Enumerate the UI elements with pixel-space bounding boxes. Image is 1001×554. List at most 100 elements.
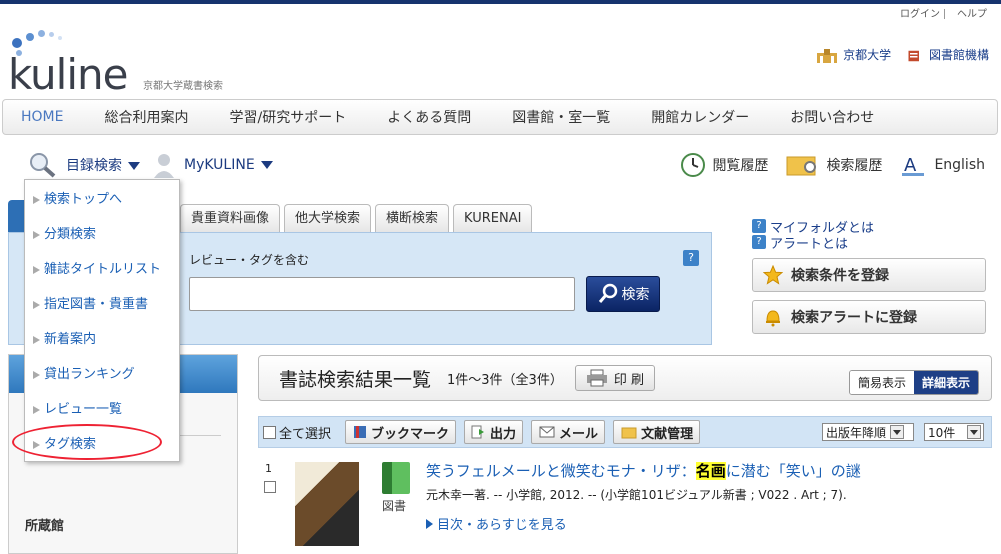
login-link[interactable]: ログイン xyxy=(896,9,944,20)
triangle-right-icon xyxy=(33,195,40,204)
sort-select[interactable]: 出版年降順 xyxy=(822,423,914,441)
material-type: 図書 xyxy=(382,499,407,513)
result-title-link[interactable]: 笑うフェルメールと微笑むモナ・リザ：名画に潜む「笑い」の謎 xyxy=(426,460,861,481)
kyoto-univ-link[interactable]: 京都大学 xyxy=(815,46,891,64)
sub-nav: 目録検索 MyKULINE xyxy=(28,150,273,180)
menu-item-journal-list[interactable]: 雑誌タイトルリスト xyxy=(25,252,179,287)
user-icon xyxy=(154,154,174,178)
triangle-right-icon xyxy=(33,405,40,414)
holdings-heading: 所蔵館 xyxy=(25,519,65,534)
refmgr-button[interactable]: 文献管理 xyxy=(613,420,701,444)
triangle-right-icon xyxy=(426,519,433,529)
nav-faq[interactable]: よくある質問 xyxy=(387,107,471,127)
results-header: 書誌検索結果一覧 1件～3件（全3件） 印 刷 簡易表示 詳細表示 xyxy=(258,355,992,401)
results-title: 書誌検索結果一覧 xyxy=(279,368,432,391)
nav-calendar[interactable]: 開館カレンダー xyxy=(651,107,749,127)
menu-item-designated[interactable]: 指定図書・貴重書 xyxy=(25,287,179,322)
tab-other-univ[interactable]: 他大学検索 xyxy=(284,204,372,232)
printer-icon xyxy=(586,369,607,387)
english-link[interactable]: A English xyxy=(900,153,985,177)
magnifier-icon xyxy=(30,153,56,178)
tab-cross-search[interactable]: 横断検索 xyxy=(375,204,450,232)
simple-view-button[interactable]: 簡易表示 xyxy=(849,371,914,394)
search-button[interactable]: 検索 xyxy=(586,276,660,312)
results-toolbar: 全て選択 ブックマーク 出力 メール 文献管理 出版年降順 10件 xyxy=(258,416,992,448)
triangle-right-icon xyxy=(33,265,40,274)
view-toggle: 簡易表示 詳細表示 xyxy=(848,370,979,395)
nav-libraries[interactable]: 図書館・室一覧 xyxy=(512,107,610,127)
chevron-down-icon xyxy=(967,425,982,439)
book-cover[interactable] xyxy=(295,462,359,546)
triangle-right-icon xyxy=(33,230,40,239)
menu-item-loan-ranking[interactable]: 貸出ランキング xyxy=(25,357,179,392)
chevron-down-icon xyxy=(128,162,140,170)
folder-icon xyxy=(621,427,637,439)
chevron-down-icon xyxy=(890,425,905,439)
tab-rare-images[interactable]: 貴重資料画像 xyxy=(180,204,281,232)
result-checkbox[interactable] xyxy=(264,481,276,493)
alert-help-link[interactable]: ? アラートとは xyxy=(752,234,992,252)
triangle-right-icon xyxy=(33,370,40,379)
detail-view-button[interactable]: 詳細表示 xyxy=(913,371,978,394)
review-tag-option[interactable]: レビュー・タグを含む xyxy=(189,251,309,268)
export-icon xyxy=(471,425,485,439)
history-icon xyxy=(681,153,706,177)
per-page-select[interactable]: 10件 xyxy=(924,423,984,441)
right-panel: ? マイフォルダとは ? アラートとは 検索条件を登録 検索アラートに登録 xyxy=(752,218,992,334)
help-link[interactable]: ヘルプ xyxy=(953,9,991,20)
menu-item-new-arrivals[interactable]: 新着案内 xyxy=(25,322,179,357)
logo-subtitle: 京都大学蔵書検索 xyxy=(143,81,223,92)
search-alert-button[interactable]: 検索アラートに登録 xyxy=(752,300,986,334)
catalog-search-menu[interactable]: 目録検索 xyxy=(66,155,140,175)
library-icon xyxy=(908,50,919,61)
search-highlight: 名画 xyxy=(695,462,726,480)
search-input[interactable] xyxy=(189,277,575,311)
nav-home[interactable]: HOME xyxy=(21,109,63,125)
result-item: 1 図書 笑うフェルメールと微笑むモナ・リザ：名画に潜む「笑い」の謎 元木幸一著… xyxy=(258,456,992,546)
bookmark-button[interactable]: ブックマーク xyxy=(345,420,457,444)
bell-icon xyxy=(766,310,780,327)
star-icon xyxy=(763,265,783,285)
save-search-button[interactable]: 検索条件を登録 xyxy=(752,258,986,292)
search-history-link[interactable]: 検索履歴 xyxy=(786,153,882,177)
view-history-link[interactable]: 閲覧履歴 xyxy=(680,152,768,178)
site-logo[interactable]: kuline 京都大学蔵書検索 xyxy=(8,30,248,99)
search-tabs: 貴重資料画像 他大学検索 横断検索 KURENAI xyxy=(180,204,536,232)
print-button[interactable]: 印 刷 xyxy=(574,365,655,391)
mail-icon xyxy=(539,426,555,438)
triangle-right-icon xyxy=(33,335,40,344)
book-icon xyxy=(382,462,410,494)
nav-support[interactable]: 学習/研究サポート xyxy=(229,107,346,127)
results-count: 1件～3件（全3件） xyxy=(447,372,563,388)
search-icon xyxy=(598,283,617,303)
mykuline-menu[interactable]: MyKULINE xyxy=(184,157,273,173)
help-icon[interactable]: ? xyxy=(683,250,699,266)
folder-search-icon xyxy=(786,156,817,176)
select-all-label: 全て選択 xyxy=(279,426,332,442)
svg-text:A: A xyxy=(904,155,917,176)
catalog-dropdown-menu: 検索トップへ 分類検索 雑誌タイトルリスト 指定図書・貴重書 新着案内 貸出ラン… xyxy=(24,179,180,462)
top-bar xyxy=(0,0,1001,4)
menu-item-classification[interactable]: 分類検索 xyxy=(25,217,179,252)
result-number: 1 xyxy=(265,462,272,475)
logo-text: kuline xyxy=(8,50,128,99)
bookmark-icon xyxy=(354,426,367,438)
output-button[interactable]: 出力 xyxy=(464,420,524,444)
library-org-link[interactable]: 図書館機構 xyxy=(907,46,989,64)
nav-contact[interactable]: お問い合わせ xyxy=(790,107,874,127)
menu-item-search-top[interactable]: 検索トップへ xyxy=(25,182,179,217)
select-all-checkbox[interactable] xyxy=(263,425,276,439)
right-nav: 閲覧履歴 検索履歴 A English xyxy=(662,150,985,180)
annotation-circle xyxy=(12,424,162,460)
nav-guide[interactable]: 総合利用案内 xyxy=(104,107,188,127)
tab-kurenai[interactable]: KURENAI xyxy=(453,204,533,232)
question-icon: ? xyxy=(752,235,766,249)
global-nav: HOME 総合利用案内 学習/研究サポート よくある質問 図書館・室一覧 開館カ… xyxy=(2,99,998,135)
menu-item-reviews[interactable]: レビュー一覧 xyxy=(25,392,179,427)
chevron-down-icon xyxy=(260,161,273,169)
toc-link[interactable]: 目次・あらすじを見る xyxy=(426,514,567,533)
top-links: ログイン ヘルプ xyxy=(896,5,991,20)
university-icon xyxy=(817,48,838,63)
result-meta: 元木幸一著. -- 小学館, 2012. -- (小学館101ビジュアル新書 ;… xyxy=(426,488,847,502)
mail-button[interactable]: メール xyxy=(531,420,606,444)
